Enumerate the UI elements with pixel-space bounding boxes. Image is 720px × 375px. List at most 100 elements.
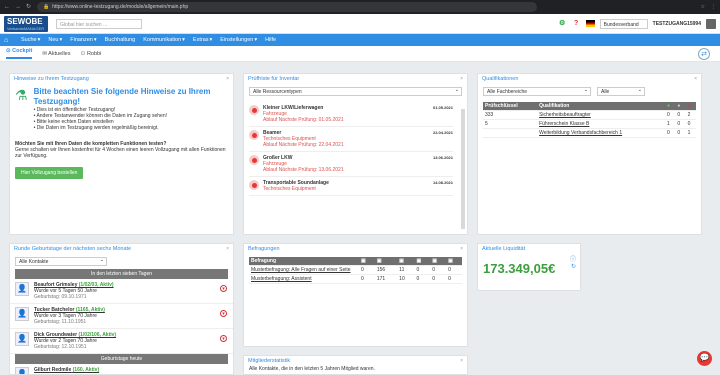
gear-icon[interactable]: ⚙ [558,19,567,28]
extensions-icon[interactable]: ☆ [701,4,705,10]
home-icon[interactable]: ⌂ [4,36,13,45]
help-icon[interactable]: ? [572,19,581,28]
list-item[interactable]: Kleiner LKW/Lieferwagen Fahrzeuge Ablauf N… [249,102,453,127]
menu-item-suche[interactable]: Suche [21,37,37,43]
tab-bar: ⊙ Cockpit ✉ Aktuelles ⚇ Robbi ⇄ [0,46,720,62]
close-icon[interactable]: × [226,246,229,252]
list-item[interactable]: 👤 Tucker Batchelor (1165, Aktiv) Wurde vo… [10,304,233,329]
chat-icon[interactable]: 💬 [697,351,712,366]
status-icon: ▣ [397,257,415,266]
table-row[interactable]: 333 Sicherheitsbeauftragter 0 0 2 [483,110,696,120]
list-item[interactable]: 👤 Dick Groundwater (1/02/106, Aktiv) Wurd… [10,329,233,354]
tab-cockpit[interactable]: ⊙ Cockpit [6,48,33,59]
hints-text: Gerne schalten wir Ihnen kostenfrei für … [15,147,226,159]
list-item[interactable]: 👤 Gilburt Redmile (160, Aktiv) [10,364,233,374]
hints-card: Hinweise zu Ihrem Testzugang × ⚗ Bitte be… [9,73,234,235]
alert-icon [249,105,259,115]
organization-select[interactable]: Bundesverband [599,18,648,29]
app-header: SEWOBE VerbandsMANAGER Global hier suchen… [0,14,720,34]
status-icon: ▣ [414,257,431,266]
username[interactable]: TESTZUGANG15994 [653,21,701,27]
menu-item-finanzen[interactable]: Finanzen [70,37,93,43]
close-icon[interactable]: × [226,76,229,82]
menu-item-neu[interactable]: Neu [48,37,58,43]
close-icon[interactable]: × [694,76,697,82]
person-icon: 👤 [15,367,29,374]
order-full-access-button[interactable]: Hier Vollzugang bestellen [15,167,84,179]
forward-icon[interactable]: → [15,4,22,11]
list-item[interactable]: Großer LKW Fahrzeuge Ablauf Nächste Prüfun… [249,152,453,177]
section-header: Geburtstage heute [15,354,228,364]
menu-item-hilfe[interactable]: Hilfe [265,37,276,43]
tab-robbi[interactable]: ⚇ Robbi [80,51,101,57]
qualifications-table: Prüfschlüssel Qualifikation ● ● ● 333 Sicherh… [483,102,696,138]
menu-item-buchhaltung[interactable]: Buchhaltung [105,37,136,43]
table-row[interactable]: 5 Führerschein Klasse B100 [483,119,696,129]
members-card: Mitgliederstatistik × Alle Kontakte, die … [243,355,468,375]
members-text: Alle Kontakte, die in den letzten 5 Jahr… [249,366,375,372]
warning-icon: ● [685,102,696,111]
qualifications-title: Qualifikationen [482,76,519,82]
list-item[interactable]: Transportable Soundanlage Technisches Equ… [249,177,453,196]
contact-filter-select[interactable]: Alle Kontakte [15,257,107,266]
main-menu: ⌂ Suche ▾ Neu ▾ Finanzen ▾ Buchhaltung Komm… [0,34,720,46]
hints-title: Hinweise zu Ihrem Testzugang [14,76,89,82]
reload-icon[interactable]: ↻ [26,4,33,11]
chevron-down-icon[interactable]: ▾ [220,285,227,292]
resource-type-select[interactable]: Alle Ressourcentypen [249,87,462,96]
list-item[interactable]: Beamer Technisches Equipment Ablauf Nächst… [249,127,453,152]
liquidity-value: 173.349,05€ [483,261,556,276]
status-icon: ▣ [359,257,375,266]
surveys-title: Befragungen [248,246,280,252]
menu-item-einstellungen[interactable]: Einstellungen [220,37,253,43]
url-text: https://www.online-testzugang.de/module/… [52,4,189,10]
browser-menu-icon[interactable]: ⋮ [711,4,716,10]
alert-icon [249,180,259,190]
person-icon: 👤 [15,282,29,296]
inventory-card: Prüffriste für Inventar × Alle Ressourcen… [243,73,468,235]
inventory-title: Prüffriste für Inventar [248,76,300,82]
menu-item-kommunikation[interactable]: Kommunikation [143,37,181,43]
birthdays-card: Runde Geburtstage der nächsten sechs Mon… [9,243,234,375]
members-title: Mitgliederstatistik [248,358,291,364]
status-icon: ▣ [446,257,462,266]
close-icon[interactable]: × [460,246,463,252]
section-header: In den letzten sieben Tagen [15,269,228,279]
chevron-down-icon[interactable]: ▾ [220,310,227,317]
table-row[interactable]: Weiterbildung Verbandsfachbereich 1001 [483,128,696,138]
refresh-icon[interactable]: ↻ [571,263,576,270]
status-icon: ▣ [430,257,447,266]
flag-icon[interactable] [585,20,595,27]
global-search-input[interactable]: Global hier suchen ... [56,18,142,29]
department-select[interactable]: Alle Fachbereiche [483,87,591,96]
check-icon: ● [664,102,676,111]
swap-icon[interactable]: ⇄ [698,48,710,60]
tab-aktuelles[interactable]: ✉ Aktuelles [42,51,70,57]
address-bar[interactable]: 🔒 https://www.online-testzugang.de/modul… [37,2,537,12]
table-row[interactable]: Musterbefragung: Alle Fragen auf einer S… [249,265,462,275]
hints-bullet: • Die Daten im Testzugang werden regelmä… [33,125,159,131]
scrollbar[interactable] [461,109,465,229]
menu-item-extras[interactable]: Extras [193,37,209,43]
table-row[interactable]: Musterbefragung: Assistent 0 171 10 0 0 0 [249,274,462,284]
flask-icon: ⚗ [15,87,28,103]
qualifications-card: Qualifikationen× Alle Fachbereiche Alle … [477,73,702,235]
surveys-table: Befragung ▣ ▣ ▣ ▣ ▣ ▣ Musterbefragung: Alle Fr… [249,257,462,284]
status-icon: ▣ [374,257,398,266]
person-icon: 👤 [15,332,29,346]
alert-icon [249,130,259,140]
list-item[interactable]: 👤 Beaufort Grimsley (1/02/03, Aktiv) Wurd… [10,279,233,304]
alert-icon [249,155,259,165]
close-icon[interactable]: × [460,76,463,82]
avatar[interactable] [706,18,716,29]
clock-icon: ● [675,102,686,111]
info-icon[interactable]: ⓘ [570,254,576,263]
hints-headline: Bitte beachten Sie folgende Hinweise zu … [33,87,211,106]
close-icon[interactable]: × [460,358,463,364]
logo[interactable]: SEWOBE VerbandsMANAGER [4,15,48,32]
status-select[interactable]: Alle [597,87,645,96]
back-icon[interactable]: ← [4,4,11,11]
surveys-card: Befragungen × Befragung ▣ ▣ ▣ ▣ ▣ ▣ Musterbefra… [243,243,468,347]
chevron-down-icon[interactable]: ▾ [220,335,227,342]
birthdays-title: Runde Geburtstage der nächsten sechs Mon… [14,246,132,252]
